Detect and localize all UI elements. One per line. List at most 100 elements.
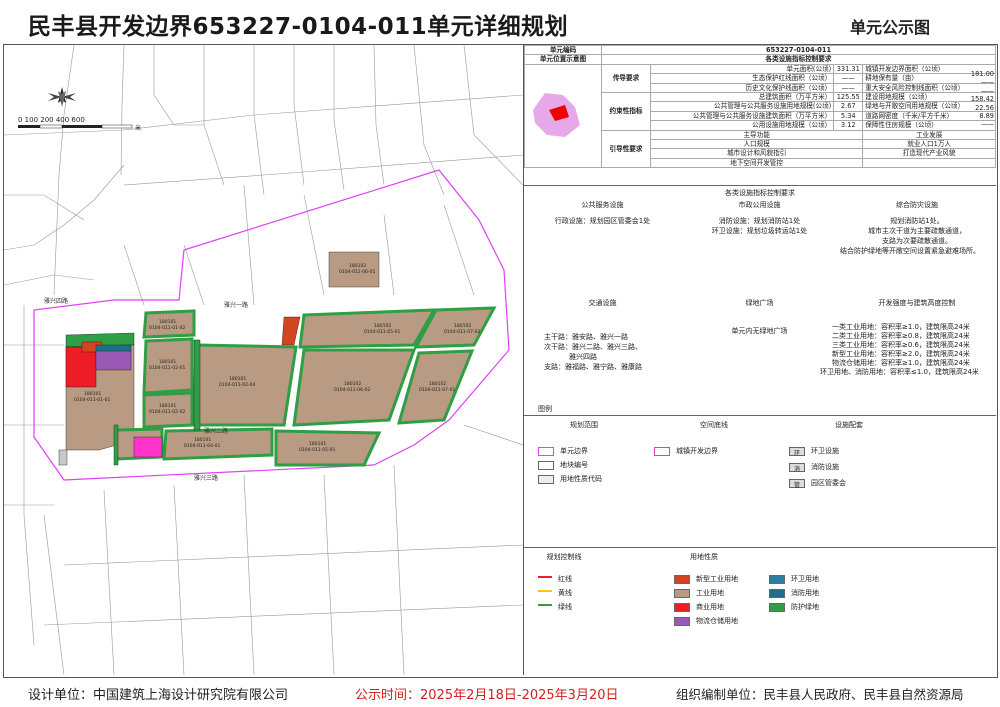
legend-section: 规划范围 空间底线 设施配套 单元边界 地块编号 用地性质代码 城镇开发边界 环… <box>524 415 996 546</box>
municipal-text: 环卫设施：规划垃圾转运站1处 <box>711 227 808 235</box>
row-value: 22.56 <box>975 103 994 112</box>
svg-text:0104-011-01-01: 0104-011-01-01 <box>74 397 111 403</box>
indicator-table: 单元编码 653227-0104-011 单元位置示意图 各类设施指标控制要求 … <box>524 44 996 169</box>
row-label: 公共管理与公共服务设施用地规模(公顷) <box>649 101 835 112</box>
page-title: 民丰县开发边界653227-0104-011单元详细规划 <box>28 14 569 40</box>
green-text: 单元内无绿地广场 <box>731 327 788 335</box>
legend-yellow-line: 黄线 <box>538 588 572 598</box>
legend-env-land: 环卫用地 <box>769 574 819 584</box>
row-label: 公用设施用地规模（公顷） <box>649 120 835 131</box>
row-label: 历史文化保护线面积（公顷） <box>649 82 835 94</box>
guide-value: 打造现代产业风貌 <box>862 148 996 159</box>
guide-label: 地下空间开发管控 <box>649 157 864 169</box>
legend-industrial: 工业用地 <box>674 588 724 598</box>
map-canvas: 0 100 200 400 600 米 180102 0104-011-06-0… <box>4 45 523 675</box>
parcel-admin[interactable] <box>133 436 163 458</box>
secondary-values: 181.00 —— —— 158.42 22.56 8.89 —— <box>964 70 994 129</box>
facility-title: 各类设施指标控制要求 <box>725 189 795 197</box>
group-transmit: 传导要求 <box>601 63 651 94</box>
green-strip <box>113 424 119 466</box>
row-value: 2.67 <box>833 101 864 112</box>
svg-text:0104-011-02-02: 0104-011-02-02 <box>149 409 186 415</box>
scale-unit: 米 <box>135 124 141 132</box>
row-value: —— <box>980 86 994 95</box>
head-disaster: 综合防灾设施 <box>896 201 938 209</box>
location-minimap <box>524 63 602 169</box>
disaster-text: 支路为次要疏散通道。 <box>882 237 952 245</box>
head-traffic: 交通设施 <box>588 299 617 307</box>
legend-head: 设施配套 <box>835 421 863 429</box>
traffic-text: 次干路：雅兴二路、雅兴三路、 <box>544 343 642 351</box>
legend-new-industrial: 新型工业用地 <box>674 574 738 584</box>
parcel-commercial[interactable] <box>65 346 97 388</box>
municipal-text: 消防设施：规划消防站1处 <box>718 217 801 225</box>
parcel-logistics[interactable] <box>95 349 132 371</box>
svg-text:0104-011-04-01: 0104-011-04-01 <box>184 443 221 449</box>
head-intensity: 开发强度与建筑高度控制 <box>878 299 956 307</box>
legend-green-line: 绿线 <box>538 602 572 612</box>
svg-text:180102: 180102 <box>429 381 446 387</box>
info-panel: 单元编码 653227-0104-011 单元位置示意图 各类设施指标控制要求 … <box>524 44 996 676</box>
legend-head: 规划控制线 <box>546 553 582 561</box>
scale-bar <box>18 124 133 129</box>
legend-logistics: 物流仓储用地 <box>674 616 738 626</box>
svg-text:0104-011-01-02: 0104-011-01-02 <box>149 325 186 331</box>
svg-text:180101: 180101 <box>159 403 176 409</box>
svg-text:180101: 180101 <box>159 319 176 325</box>
svg-text:0104-011-05-01: 0104-011-05-01 <box>364 329 401 335</box>
legend-fire-land: 消防用地 <box>769 588 819 598</box>
row-value: 5.34 <box>833 110 864 122</box>
svg-text:0104-011-06-01: 0104-011-06-01 <box>339 269 376 275</box>
svg-text:0104-011-02-01: 0104-011-02-01 <box>149 365 186 371</box>
parcel-fire[interactable] <box>95 344 132 352</box>
row-label: 生态保护红线面积（公顷） <box>649 73 835 84</box>
legend-admin: 管园区管委会 <box>789 478 846 489</box>
traffic-text: 主干路：雅安路、雅兴一路 <box>544 333 628 341</box>
legend-green-land: 防护绿地 <box>769 602 819 612</box>
parcel-r1b[interactable] <box>298 308 437 349</box>
legend-landcode: 用地性质代码 <box>538 474 602 484</box>
legend-parcel-no: 地块编号 <box>538 460 588 470</box>
legend-section-2: 规划控制线 用地性质 红线 黄线 绿线 新型工业用地 工业用地 商业用地 物流仓… <box>524 547 996 676</box>
footer-designer: 设计单位：中国建筑上海设计研究院有限公司 <box>28 688 289 703</box>
disaster-text: 规划消防站1处。 <box>890 217 944 225</box>
svg-text:0104-011-05-01: 0104-011-05-01 <box>299 447 336 453</box>
parcel-r1new[interactable] <box>281 316 301 346</box>
intensity-text: 环卫用地、消防用地：容积率≤1.0，建筑限高24米 <box>820 368 979 376</box>
header: 民丰县开发边界653227-0104-011单元详细规划 单元公示图 <box>0 0 1000 44</box>
svg-text:雅兴四路: 雅兴四路 <box>44 297 68 305</box>
svg-text:雅兴一路: 雅兴一路 <box>224 301 248 309</box>
row-value: 125.55 <box>833 92 864 103</box>
traffic-text: 支路：雅福路、雅宁路、雅康路 <box>544 363 642 371</box>
svg-text:180101: 180101 <box>84 391 101 397</box>
unit-code-label: 单元编码 <box>524 44 602 56</box>
svg-text:180101: 180101 <box>309 441 326 447</box>
guide-value: 工业发展 <box>862 129 996 141</box>
legend-fire: 消消防设施 <box>789 462 839 473</box>
legend-env: 环环卫设施 <box>789 446 839 457</box>
page-subtitle: 单元公示图 <box>850 18 931 37</box>
location-label: 单元位置示意图 <box>524 54 602 65</box>
head-municipal: 市政公用设施 <box>738 201 781 209</box>
svg-text:雅兴三路: 雅兴三路 <box>194 474 218 482</box>
legend-red-line: 红线 <box>538 574 572 584</box>
green-strip <box>193 339 201 431</box>
row-value: —— <box>833 82 864 94</box>
svg-text:180101: 180101 <box>159 359 176 365</box>
row-value: 3.12 <box>833 120 864 131</box>
row-label: 公共管理与公共服务设施建筑面积（万平方米） <box>649 110 835 122</box>
row-value: 331.31 <box>833 63 864 75</box>
svg-text:180102: 180102 <box>454 323 471 329</box>
footer: 设计单位：中国建筑上海设计研究院有限公司 公示时间：2025年2月18日-202… <box>0 678 1000 707</box>
group-constraint: 约束性指标 <box>601 92 651 131</box>
svg-text:180102: 180102 <box>374 323 391 329</box>
plan-map[interactable]: 0 100 200 400 600 米 180102 0104-011-06-0… <box>4 45 524 675</box>
guide-label: 城市设计和风貌指引 <box>649 148 864 159</box>
head-public: 公共服务设施 <box>581 201 624 209</box>
north-arrow-icon <box>48 87 76 107</box>
env-site[interactable] <box>58 449 68 466</box>
head-green: 绿地广场 <box>745 299 774 307</box>
row-label: 总建筑面积（万平方米） <box>649 92 835 103</box>
row-value: 158.42 <box>970 95 994 104</box>
legend-commercial: 商业用地 <box>674 602 724 612</box>
